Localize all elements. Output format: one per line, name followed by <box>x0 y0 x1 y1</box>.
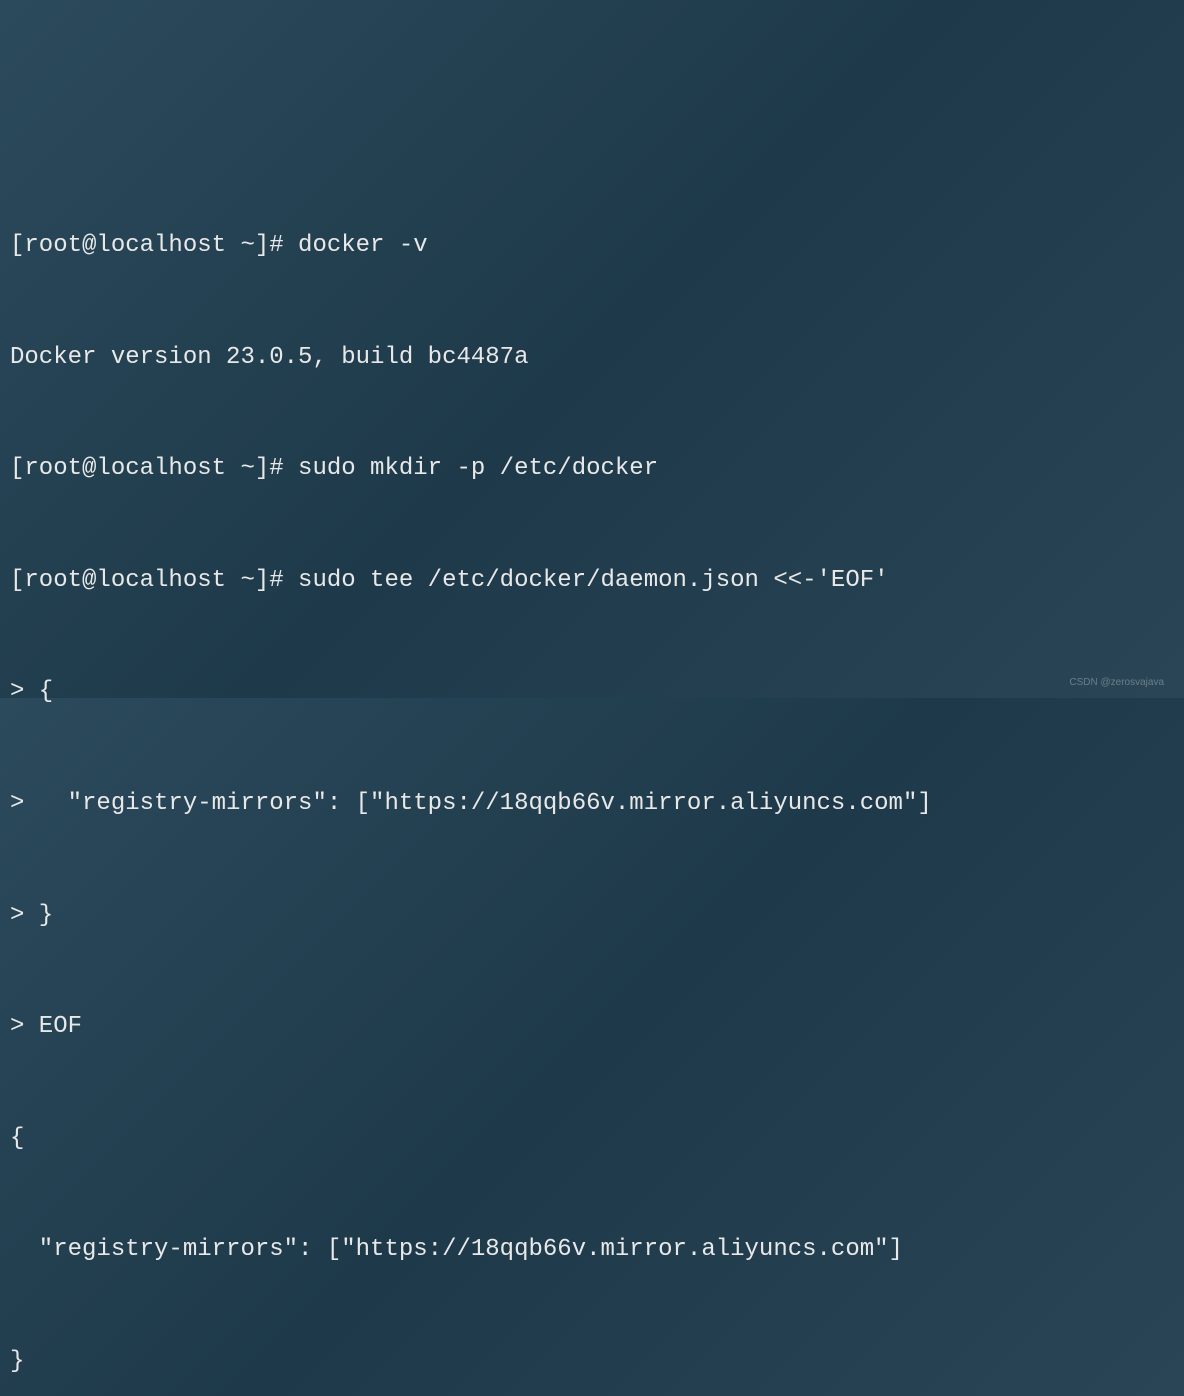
terminal-line: Docker version 23.0.5, build bc4487a <box>10 339 1174 376</box>
terminal-line: [root@localhost ~]# sudo tee /etc/docker… <box>10 562 1174 599</box>
terminal-line: { <box>10 1120 1174 1157</box>
terminal-line: } <box>10 1343 1174 1380</box>
terminal-line: "registry-mirrors": ["https://18qqb66v.m… <box>10 1231 1174 1268</box>
watermark-text: CSDN @zerosvajava <box>1069 675 1164 691</box>
terminal-line: [root@localhost ~]# sudo mkdir -p /etc/d… <box>10 450 1174 487</box>
terminal-window[interactable]: [root@localhost ~]# docker -v Docker ver… <box>10 153 1174 843</box>
terminal-line: > } <box>10 897 1174 934</box>
terminal-line: > { <box>10 673 1174 710</box>
terminal-line: > "registry-mirrors": ["https://18qqb66v… <box>10 785 1174 822</box>
terminal-line: [root@localhost ~]# docker -v <box>10 227 1174 264</box>
terminal-line: > EOF <box>10 1008 1174 1045</box>
